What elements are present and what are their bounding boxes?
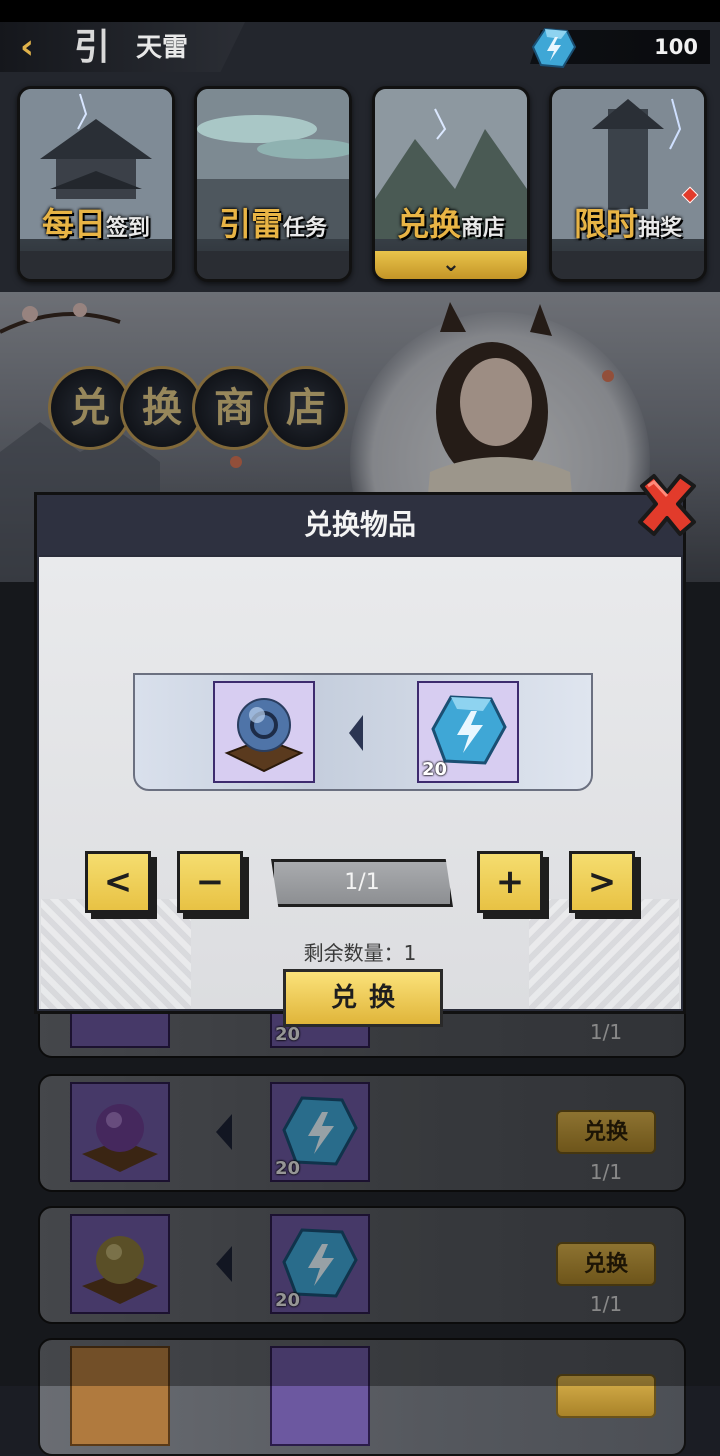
tab-label: 每日签到 — [41, 205, 151, 243]
reward-slot — [213, 681, 315, 783]
exchange-dialog: 兑换物品 20 < − 1/1 + > 剩余数量：1 兑换 — [34, 492, 686, 1027]
tab-label: 兑换商店 — [396, 205, 506, 243]
remaining-label: 剩余数量： — [303, 941, 404, 965]
tab-limited-draw[interactable]: 限时抽奖 — [549, 86, 707, 282]
tab-exchange-shop[interactable]: 兑换商店 ⌄ — [372, 86, 530, 282]
remaining-value: 1 — [403, 941, 417, 965]
tab-footer — [552, 251, 704, 279]
lightning-gem-icon — [531, 27, 577, 69]
confirm-exchange-button[interactable]: 兑换 — [283, 969, 443, 1027]
blue-orb-icon — [224, 698, 304, 773]
tab-footer: ⌄ — [375, 251, 527, 279]
chevron-down-icon: ⌄ — [441, 252, 461, 277]
arrow-left-icon — [349, 715, 363, 751]
cost-amount: 20 — [422, 759, 448, 780]
exchange-panel: 20 — [133, 673, 593, 791]
dialog-body: 20 < − 1/1 + > 剩余数量：1 兑换 — [39, 557, 681, 1027]
title-logo-glyph: 引 — [74, 26, 111, 68]
page-title: 天雷 — [136, 33, 189, 63]
prev-item-button[interactable]: < — [85, 851, 151, 913]
tab-daily-checkin[interactable]: 每日签到 — [17, 86, 175, 282]
tab-label: 引雷任务 — [218, 205, 328, 243]
close-button[interactable] — [630, 468, 704, 542]
dialog-title: 兑换物品 — [37, 495, 683, 555]
tab-footer — [197, 251, 349, 279]
quantity-display: 1/1 — [271, 859, 453, 907]
tab-label: 限时抽奖 — [573, 205, 683, 243]
cost-slot: 20 — [417, 681, 519, 783]
decrease-quantity-button[interactable]: − — [177, 851, 243, 913]
chevron-left-icon: ‹ — [19, 27, 34, 67]
back-button[interactable]: ‹ — [6, 24, 48, 70]
tab-footer — [20, 251, 172, 279]
remaining-quantity: 剩余数量：1 — [39, 937, 681, 966]
next-item-button[interactable]: > — [569, 851, 635, 913]
currency-value: 100 — [654, 35, 698, 59]
close-x-icon — [638, 474, 696, 536]
tab-thunder-tasks[interactable]: 引雷任务 — [194, 86, 352, 282]
status-bar — [0, 0, 720, 22]
increase-quantity-button[interactable]: + — [477, 851, 543, 913]
